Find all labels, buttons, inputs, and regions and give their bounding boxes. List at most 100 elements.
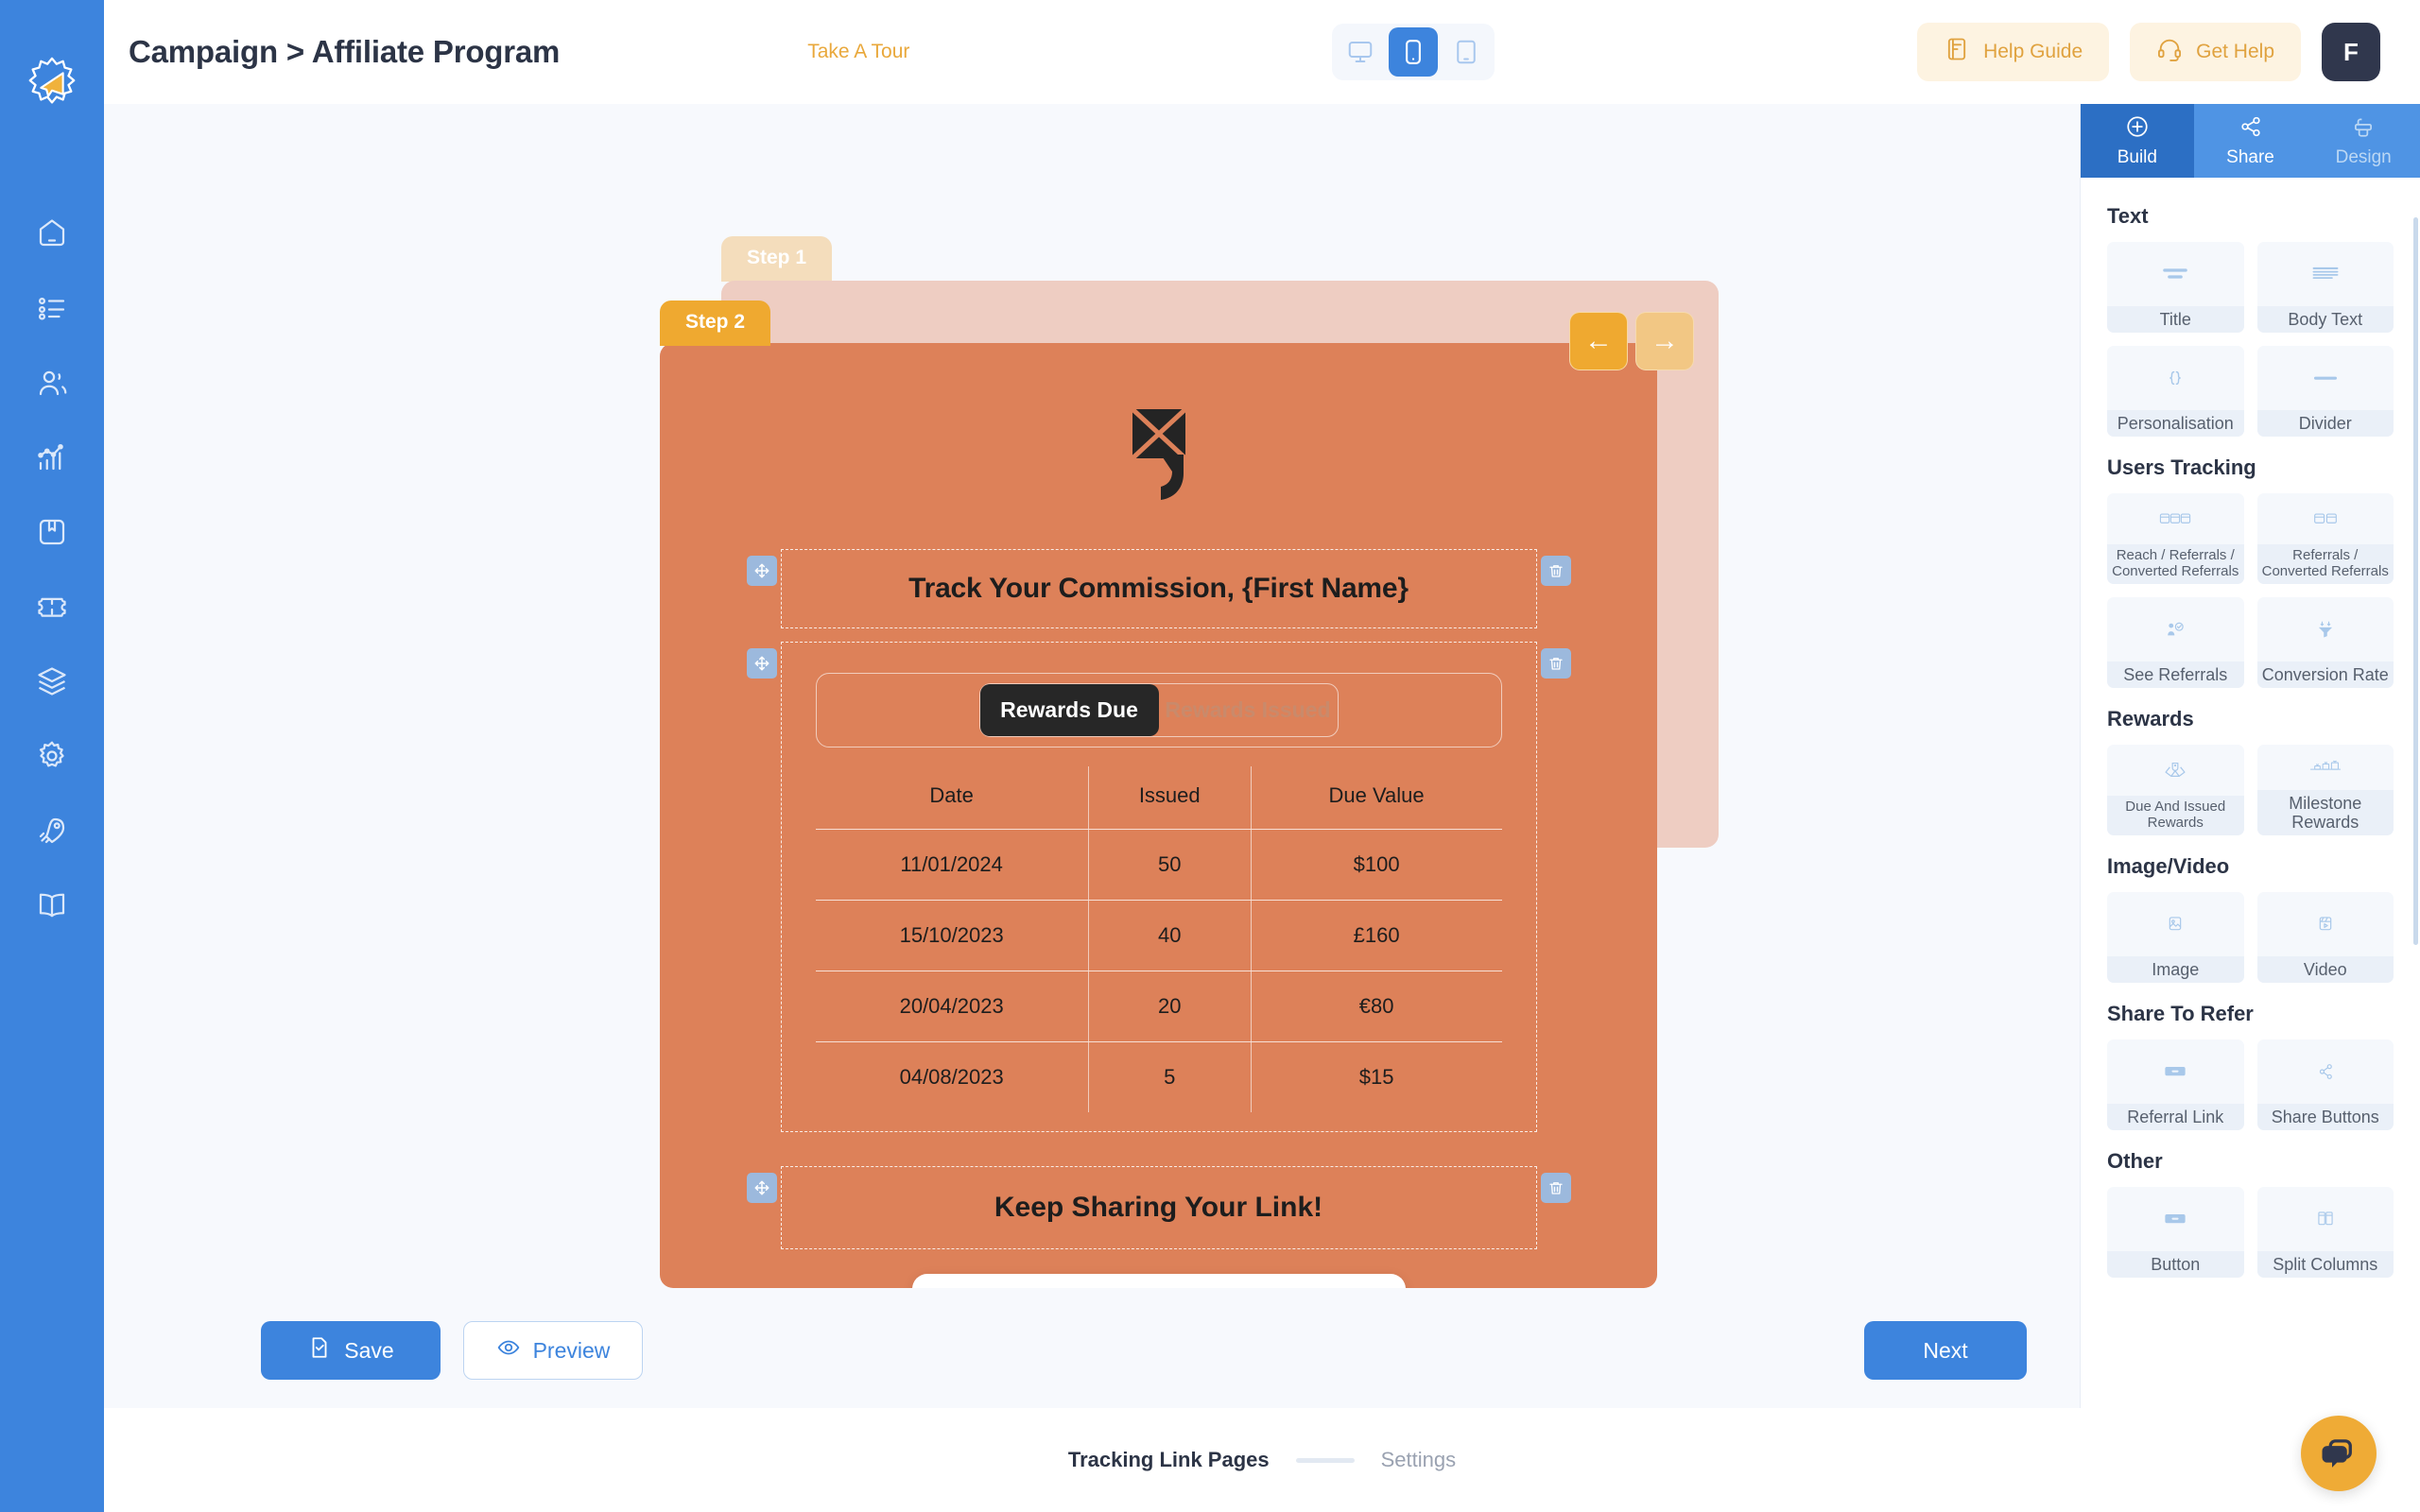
tab-build-label: Build	[2117, 146, 2157, 167]
save-button[interactable]: Save	[261, 1321, 441, 1380]
take-a-tour-link[interactable]: Take A Tour	[807, 41, 909, 63]
chat-icon	[2322, 1439, 2352, 1468]
share-title-text: Keep Sharing Your Link!	[994, 1192, 1323, 1223]
tile-referrals-converted[interactable]: Referrals / Converted Referrals	[2256, 493, 2394, 584]
megaphone-logo-icon[interactable]	[23, 55, 81, 113]
panel-tabs: Build Share Design	[2081, 104, 2420, 178]
tab-build[interactable]: Build	[2081, 104, 2194, 178]
segment-rewards-issued[interactable]: Rewards Issued	[1159, 684, 1338, 736]
chat-support-button[interactable]	[2301, 1416, 2377, 1491]
cell-issued: 50	[1087, 829, 1252, 901]
tile-personalisation-label: Personalisation	[2107, 409, 2244, 437]
tile-referrals-converted-label: Referrals / Converted Referrals	[2256, 544, 2394, 584]
group-users-tracking-tiles: Reach / Referrals / Converted Referrals …	[2107, 493, 2394, 688]
get-help-label: Get Help	[2196, 41, 2274, 62]
cell-issued: 5	[1087, 1041, 1252, 1112]
delete-block-icon[interactable]	[1540, 648, 1571, 679]
tile-reach-referrals-converted[interactable]: Reach / Referrals / Converted Referrals	[2107, 493, 2244, 584]
canvas-block-title[interactable]: Track Your Commission, {First Name}	[746, 549, 1571, 628]
prev-step-button[interactable]: ←	[1569, 312, 1628, 370]
tile-share-buttons-label: Share Buttons	[2256, 1103, 2394, 1130]
tile-conversion-rate[interactable]: Conversion Rate	[2256, 597, 2394, 688]
move-handle-icon[interactable]	[746, 556, 777, 586]
canvas-block-share-title[interactable]: Keep Sharing Your Link!	[746, 1166, 1571, 1249]
tile-divider-label: Divider	[2256, 409, 2394, 437]
column-header-issued: Issued	[1087, 766, 1252, 830]
step-tab-1[interactable]: Step 1	[721, 236, 833, 282]
tile-button-label: Button	[2107, 1250, 2244, 1278]
headset-icon	[2156, 36, 2183, 68]
preview-button[interactable]: Preview	[463, 1321, 643, 1380]
editor-canvas: Step 1 Step 2 ← → Track Your Commission,…	[104, 104, 2080, 1293]
tile-share-buttons[interactable]: Share Buttons	[2256, 1040, 2394, 1130]
rewards-table: Date Issued Due Value 11/01/2024 50 $100…	[815, 766, 1502, 1112]
tile-referral-link[interactable]: Referral Link	[2107, 1040, 2244, 1130]
delete-block-icon[interactable]	[1540, 1173, 1571, 1203]
group-title-other: Other	[2107, 1149, 2163, 1173]
tile-milestone-rewards[interactable]: Milestone Rewards	[2256, 745, 2394, 835]
table-header-row: Date Issued Due Value	[815, 766, 1502, 830]
sidebar-item-integrations[interactable]	[17, 646, 87, 716]
sidebar-item-home[interactable]	[17, 198, 87, 268]
cell-due-value: $100	[1250, 829, 1502, 901]
tab-design[interactable]: Design	[2307, 104, 2420, 178]
get-help-button[interactable]: Get Help	[2130, 23, 2301, 81]
sidebar-item-users[interactable]	[17, 348, 87, 418]
canvas-block-rewards[interactable]: Rewards Due Rewards Issued Date Issued D…	[746, 642, 1571, 1132]
button-icon	[2107, 1187, 2244, 1251]
device-mobile-button[interactable]	[1389, 27, 1439, 77]
help-guide-button[interactable]: Help Guide	[1917, 23, 2110, 81]
tile-image[interactable]: Image	[2107, 892, 2244, 983]
segment-rewards-due[interactable]: Rewards Due	[979, 684, 1159, 736]
sidebar-item-campaigns[interactable]	[17, 273, 87, 343]
cell-date: 11/01/2024	[815, 829, 1089, 901]
device-toggle-group	[1332, 24, 1495, 80]
tile-due-and-issued-rewards-label: Due And Issued Rewards	[2107, 796, 2244, 835]
tile-body-text[interactable]: Body Text	[2256, 242, 2394, 333]
move-handle-icon[interactable]	[746, 648, 777, 679]
book-doc-icon	[1944, 36, 1970, 68]
sidebar-item-settings[interactable]	[17, 721, 87, 791]
tile-video[interactable]: Video	[2256, 892, 2394, 983]
tile-divider[interactable]: Divider	[2256, 346, 2394, 437]
card-nav-arrows: ← →	[1569, 312, 1694, 370]
image-icon	[2107, 892, 2244, 956]
tile-split-columns[interactable]: Split Columns	[2256, 1187, 2394, 1278]
group-share-to-refer-tiles: Referral Link Share Buttons	[2107, 1040, 2394, 1130]
delete-block-icon[interactable]	[1540, 556, 1571, 586]
sidebar-item-rewards[interactable]	[17, 572, 87, 642]
move-handle-icon[interactable]	[746, 1173, 777, 1203]
next-button[interactable]: Next	[1864, 1321, 2027, 1380]
body-row: Step 1 Step 2 ← → Track Your Commission,…	[104, 104, 2420, 1408]
tile-see-referrals[interactable]: See Referrals	[2107, 597, 2244, 688]
avatar[interactable]: F	[2322, 23, 2380, 81]
sidebar-item-analytics[interactable]	[17, 422, 87, 492]
step-tracking-link-pages[interactable]: Tracking Link Pages	[1068, 1448, 1270, 1472]
group-other-tiles: Button Split Columns	[2107, 1187, 2394, 1278]
tile-personalisation[interactable]: Personalisation	[2107, 346, 2244, 437]
tile-button[interactable]: Button	[2107, 1187, 2244, 1278]
sidebar-item-launch[interactable]	[17, 796, 87, 866]
funnel-icon	[2257, 597, 2394, 662]
tile-referral-link-label: Referral Link	[2107, 1103, 2244, 1130]
sidebar-item-docs[interactable]	[17, 870, 87, 940]
tab-share[interactable]: Share	[2193, 104, 2308, 178]
tile-due-and-issued-rewards[interactable]: Due And Issued Rewards	[2107, 745, 2244, 835]
step-connector	[1295, 1457, 1355, 1463]
step-settings[interactable]: Settings	[1381, 1448, 1457, 1472]
panel-scrollbar[interactable]	[2413, 217, 2418, 945]
next-step-button[interactable]: →	[1635, 312, 1694, 370]
device-tablet-button[interactable]	[1442, 27, 1491, 77]
table-row: 11/01/2024 50 $100	[815, 829, 1502, 901]
link-bar-icon	[2107, 1040, 2244, 1104]
tile-image-label: Image	[2107, 955, 2244, 983]
two-cards-icon	[2257, 493, 2394, 544]
right-build-panel: Build Share Design Text Title Body Text …	[2080, 104, 2420, 1408]
tile-title[interactable]: Title	[2107, 242, 2244, 333]
device-desktop-button[interactable]	[1336, 27, 1385, 77]
sidebar-item-library[interactable]	[17, 497, 87, 567]
step-tab-2[interactable]: Step 2	[660, 301, 771, 346]
cell-date: 20/04/2023	[815, 971, 1089, 1042]
cell-due-value: £160	[1250, 900, 1502, 971]
brand-envelope-logo-icon	[1130, 407, 1187, 500]
